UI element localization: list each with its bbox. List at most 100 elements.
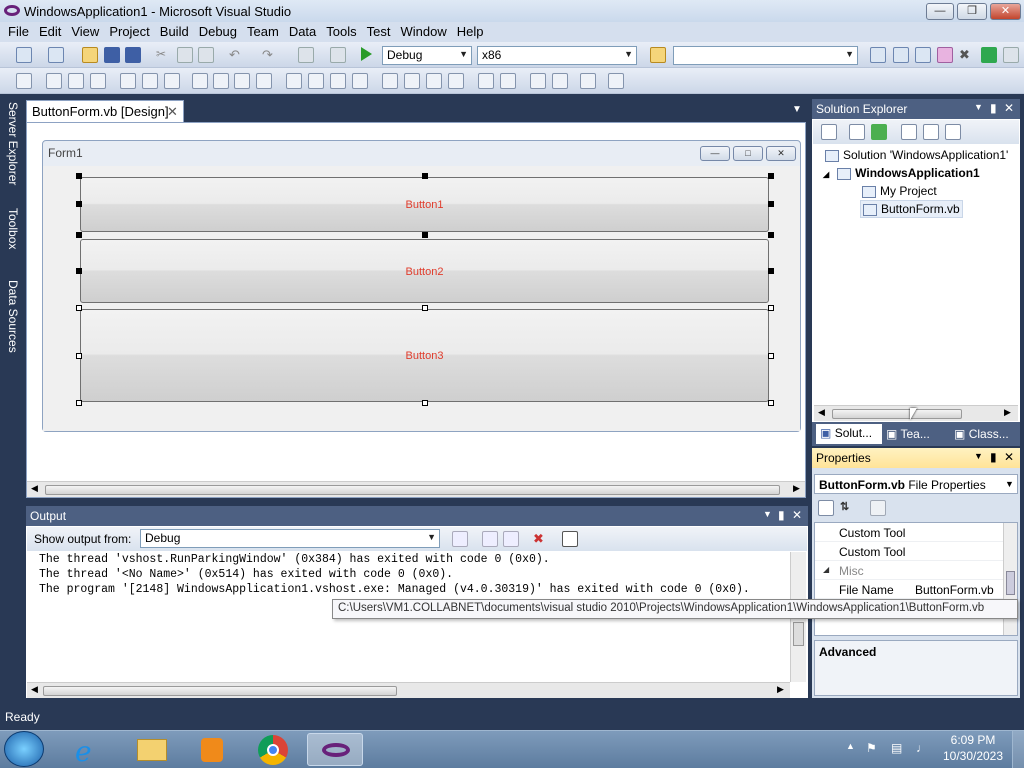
output-source-select[interactable]: Debug ▼: [140, 529, 440, 548]
property-pages-icon[interactable]: [870, 500, 886, 516]
resize-handle[interactable]: [76, 305, 82, 311]
tab-order-icon[interactable]: [580, 73, 596, 89]
tree-solution[interactable]: Solution 'WindowsApplication1': [825, 148, 1008, 162]
resize-handle[interactable]: [422, 400, 428, 406]
resize-handle[interactable]: [422, 305, 428, 311]
button2[interactable]: Button2: [80, 239, 769, 303]
save-icon[interactable]: [104, 47, 120, 63]
alphabetical-icon[interactable]: ⇅: [840, 500, 856, 516]
solution-explorer-icon[interactable]: [870, 47, 886, 63]
resize-handle[interactable]: [76, 232, 82, 238]
network-icon[interactable]: ▤: [891, 741, 902, 755]
categorized-icon[interactable]: [818, 500, 834, 516]
paste-icon[interactable]: [198, 47, 214, 63]
resize-handle[interactable]: [76, 400, 82, 406]
scroll-left-icon[interactable]: ◀: [31, 483, 38, 494]
data-sources-tab[interactable]: Data Sources: [2, 278, 20, 368]
toolbox-icon[interactable]: [937, 47, 953, 63]
align-tops-icon[interactable]: [120, 73, 136, 89]
scroll-left-icon[interactable]: ◀: [818, 407, 825, 418]
size-to-grid-icon[interactable]: [256, 73, 272, 89]
tab-team-explorer[interactable]: ▣ Tea...: [886, 427, 930, 441]
menu-window[interactable]: Window: [395, 22, 451, 41]
menu-debug[interactable]: Debug: [194, 22, 242, 41]
resize-handle[interactable]: [768, 232, 774, 238]
resize-handle[interactable]: [768, 353, 774, 359]
property-category-misc[interactable]: ◢ Misc: [815, 561, 1003, 580]
menu-tools[interactable]: Tools: [321, 22, 361, 41]
visual-studio-taskbar-icon[interactable]: [307, 733, 363, 766]
previous-message-icon[interactable]: [482, 531, 498, 547]
make-same-width-icon[interactable]: [192, 73, 208, 89]
make-same-size-icon[interactable]: [234, 73, 250, 89]
make-same-height-icon[interactable]: [213, 73, 229, 89]
send-to-back-icon[interactable]: [552, 73, 568, 89]
property-row-file-name[interactable]: File Name ButtonForm.vb: [815, 580, 1003, 599]
media-player-icon[interactable]: [184, 733, 240, 766]
designer-horizontal-scrollbar[interactable]: ◀ ▶: [27, 481, 805, 497]
close-icon[interactable]: ✕: [1004, 101, 1014, 115]
scroll-left-icon[interactable]: ◀: [31, 684, 38, 695]
internet-explorer-icon[interactable]: e: [62, 733, 118, 768]
bring-to-front-icon[interactable]: [530, 73, 546, 89]
clear-all-icon[interactable]: ✖: [533, 531, 549, 547]
dropdown-icon[interactable]: ▼: [974, 102, 983, 112]
resize-handle[interactable]: [76, 268, 82, 274]
menu-view[interactable]: View: [66, 22, 104, 41]
tree-project[interactable]: ◢ WindowsApplication1: [823, 166, 980, 180]
restore-button[interactable]: ❐: [957, 3, 987, 20]
decrease-v-spacing-icon[interactable]: [426, 73, 442, 89]
scroll-right-icon[interactable]: ▶: [777, 684, 784, 695]
close-button[interactable]: ✕: [990, 3, 1021, 20]
redo-icon[interactable]: ↷: [262, 47, 278, 63]
align-centers-icon[interactable]: [68, 73, 84, 89]
undo-icon[interactable]: ↶: [229, 47, 245, 63]
align-lefts-icon[interactable]: [46, 73, 62, 89]
platform-select[interactable]: x86 ▼: [477, 46, 637, 65]
server-explorer-tab[interactable]: Server Explorer: [2, 100, 20, 202]
remove-v-spacing-icon[interactable]: [448, 73, 464, 89]
show-all-files-icon[interactable]: [849, 124, 865, 140]
menu-data[interactable]: Data: [284, 22, 321, 41]
scrollbar-thumb[interactable]: [45, 485, 780, 495]
view-code-icon[interactable]: [901, 124, 917, 140]
pin-icon[interactable]: ▮: [990, 450, 997, 464]
view-class-diagram-icon[interactable]: [945, 124, 961, 140]
toolbox-tab[interactable]: Toolbox: [2, 206, 20, 272]
start-page-icon[interactable]: [981, 47, 997, 63]
clock[interactable]: 6:09 PM 10/30/2023: [938, 732, 1008, 764]
tree-my-project[interactable]: My Project: [862, 184, 937, 198]
align-to-grid-icon[interactable]: [16, 73, 32, 89]
scrollbar-thumb[interactable]: [1006, 571, 1015, 595]
close-icon[interactable]: ✕: [792, 508, 802, 522]
new-project-icon[interactable]: [16, 47, 32, 63]
open-file-icon[interactable]: [82, 47, 98, 63]
properties-window-icon[interactable]: [893, 47, 909, 63]
view-designer-icon[interactable]: [923, 124, 939, 140]
find-in-files-icon[interactable]: [650, 47, 666, 63]
align-rights-icon[interactable]: [90, 73, 106, 89]
dropdown-icon[interactable]: ▼: [763, 509, 772, 519]
extension-manager-icon[interactable]: ✖: [959, 47, 975, 63]
add-item-icon[interactable]: [48, 47, 64, 63]
resize-handle[interactable]: [76, 353, 82, 359]
scroll-right-icon[interactable]: ▶: [793, 483, 800, 494]
navigate-forward-icon[interactable]: [330, 47, 346, 63]
resize-handle[interactable]: [768, 305, 774, 311]
show-hidden-icons[interactable]: ▲: [846, 741, 855, 751]
find-combo[interactable]: ▼: [673, 46, 858, 65]
command-window-icon[interactable]: [1003, 47, 1019, 63]
property-row[interactable]: Custom Tool: [815, 542, 1003, 561]
tab-solution-explorer[interactable]: ▣ Solut...: [816, 424, 882, 444]
align-middles-icon[interactable]: [142, 73, 158, 89]
resize-handle[interactable]: [422, 173, 428, 179]
menu-project[interactable]: Project: [104, 22, 154, 41]
minimize-button[interactable]: —: [926, 3, 954, 20]
navigate-back-icon[interactable]: [298, 47, 314, 63]
file-explorer-icon[interactable]: [123, 733, 179, 766]
scrollbar-thumb[interactable]: [832, 409, 962, 419]
horizontal-spacing-icon[interactable]: [286, 73, 302, 89]
resize-handle[interactable]: [422, 232, 428, 238]
object-browser-icon[interactable]: [915, 47, 931, 63]
dropdown-icon[interactable]: ▼: [974, 451, 983, 461]
